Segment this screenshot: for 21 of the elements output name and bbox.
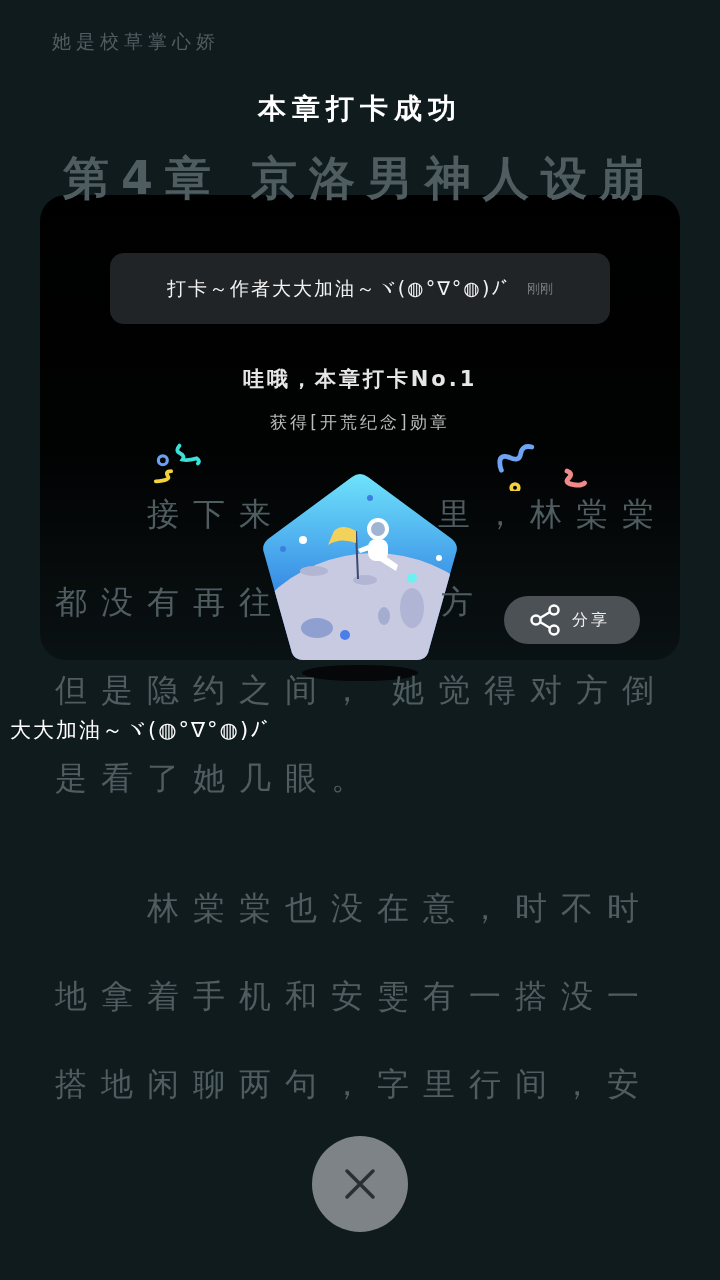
reward-text: 获得[开荒纪念]勋章 [270,412,450,432]
body-text: 都没有再往 [55,582,285,623]
body-text: 地拿着手机和安雯有一搭没一 [55,976,653,1017]
achievement-text: 哇哦，本章打卡No.1 [242,367,478,391]
comment-time: 刚刚 [527,279,554,298]
body-text: 接下来 [147,494,285,535]
body-text: 林棠棠也没在意，时不时 [147,888,653,929]
chapter-title: 第4章 京洛男神人设崩 [62,150,658,206]
body-text: 是看了她几眼。 [55,758,377,799]
share-icon [530,604,560,636]
body-text: 但是隐约之间， [55,670,377,711]
body-text: 里，林棠棠 [438,495,668,533]
book-title: 她是校草掌心娇 [51,29,221,54]
body-text: 她觉得对方倒 [392,671,668,709]
body-text: 方 [441,583,487,621]
body-text: 搭地闲聊两句，字里行间，安 [55,1064,653,1105]
dialog-title: 本章打卡成功 [258,92,462,125]
share-button[interactable]: 分享 [504,596,640,644]
close-icon [344,1168,376,1200]
danmaku-text: 大大加油～ヾ(◍°∇°◍)ﾉﾞ [10,717,275,744]
comment-text: 打卡～作者大大加油～ヾ(◍°∇°◍)ﾉﾞ [166,275,514,301]
